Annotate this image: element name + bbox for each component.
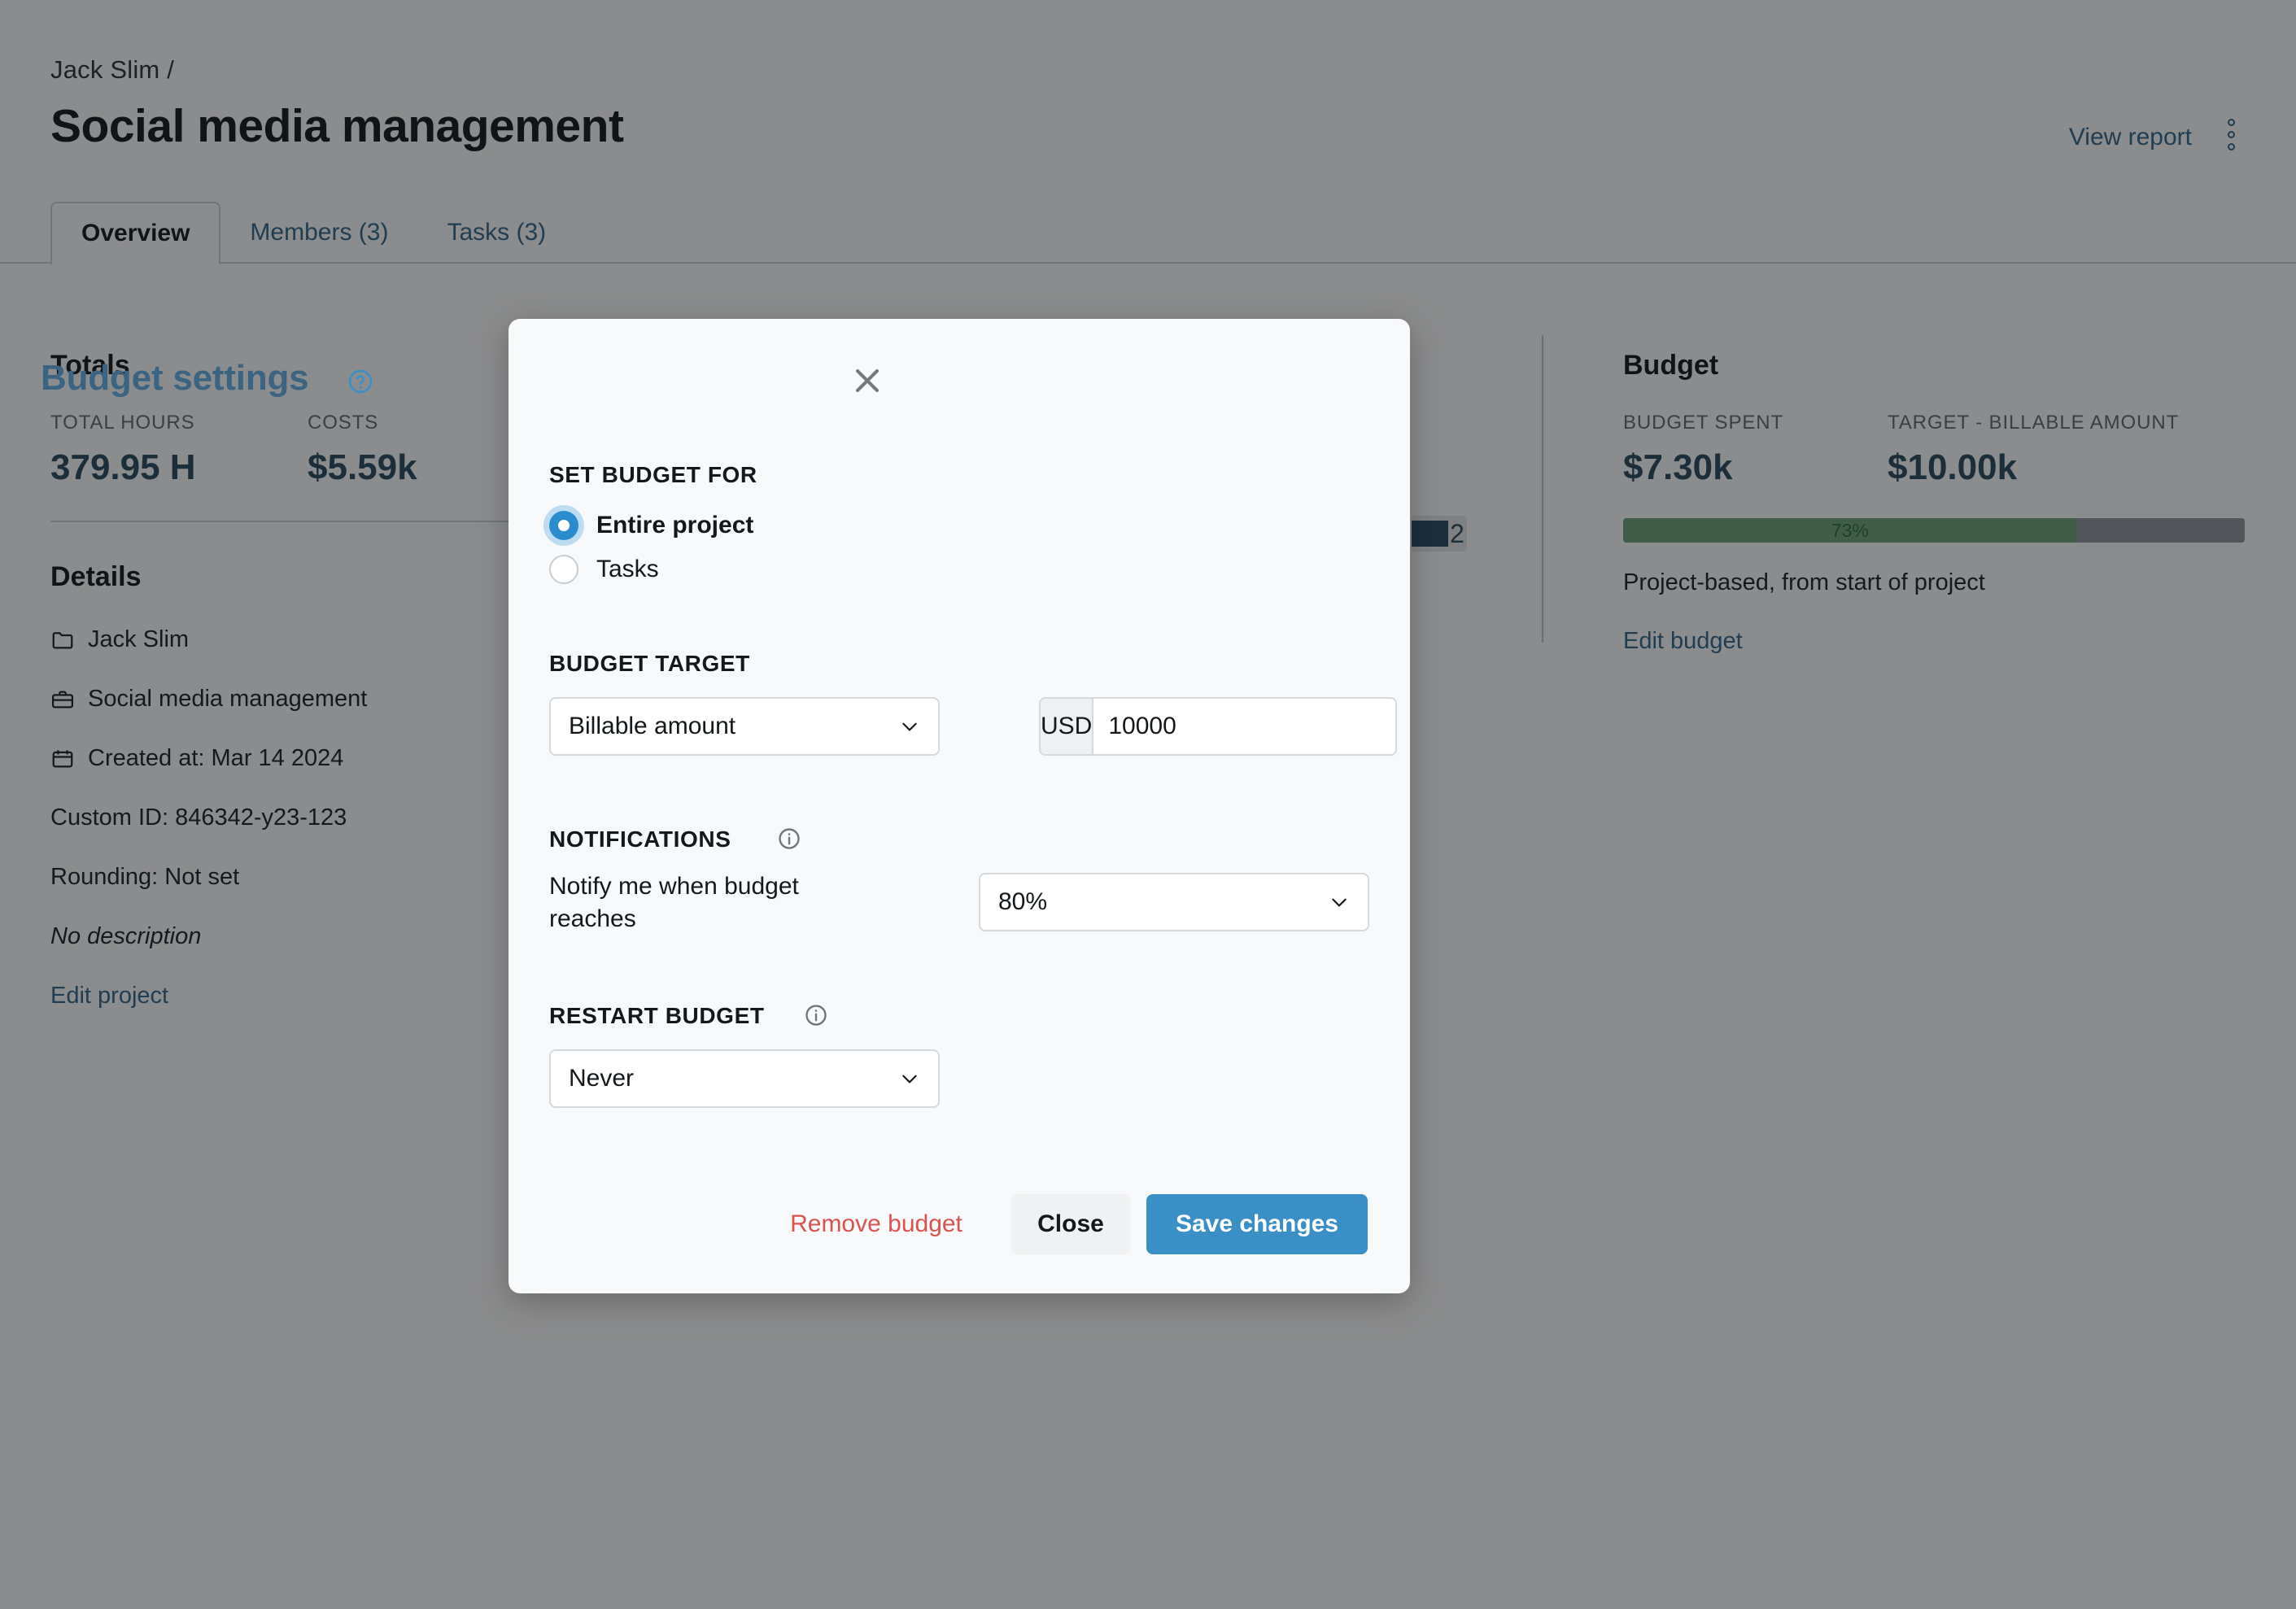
- radio-tasks[interactable]: Tasks: [549, 555, 659, 584]
- budget-amount-input[interactable]: [1093, 699, 1397, 754]
- notify-threshold-select[interactable]: 80%: [979, 873, 1369, 931]
- remove-budget-button[interactable]: Remove budget: [775, 1194, 978, 1254]
- info-icon[interactable]: [804, 1003, 828, 1027]
- chevron-down-icon: [899, 1068, 920, 1089]
- chevron-down-icon: [1329, 892, 1350, 913]
- restart-budget-value: Never: [569, 1065, 634, 1092]
- set-budget-for-label: SET BUDGET FOR: [549, 462, 757, 488]
- budget-target-label: BUDGET TARGET: [549, 651, 750, 677]
- radio-indicator: [549, 555, 578, 584]
- save-changes-button[interactable]: Save changes: [1146, 1194, 1368, 1254]
- notify-description: Notify me when budget reaches: [549, 870, 875, 935]
- radio-indicator-selected: [549, 511, 578, 540]
- currency-label: USD: [1041, 699, 1093, 754]
- budget-target-type-select[interactable]: Billable amount: [549, 697, 940, 756]
- budget-target-type-value: Billable amount: [569, 713, 736, 740]
- radio-entire-project[interactable]: Entire project: [549, 511, 753, 540]
- radio-tasks-label: Tasks: [596, 556, 659, 583]
- restart-budget-label: RESTART BUDGET: [549, 1003, 765, 1029]
- dialog-title: Budget settings: [41, 358, 308, 399]
- help-circle-icon[interactable]: [347, 368, 374, 395]
- info-icon[interactable]: [777, 826, 801, 851]
- close-icon[interactable]: [846, 360, 888, 402]
- notify-threshold-value: 80%: [998, 888, 1047, 916]
- close-button[interactable]: Close: [1011, 1194, 1130, 1254]
- chevron-down-icon: [899, 716, 920, 737]
- restart-budget-select[interactable]: Never: [549, 1049, 940, 1108]
- notifications-label: NOTIFICATIONS: [549, 826, 731, 852]
- radio-entire-project-label: Entire project: [596, 512, 753, 539]
- budget-amount-field[interactable]: USD: [1039, 697, 1397, 756]
